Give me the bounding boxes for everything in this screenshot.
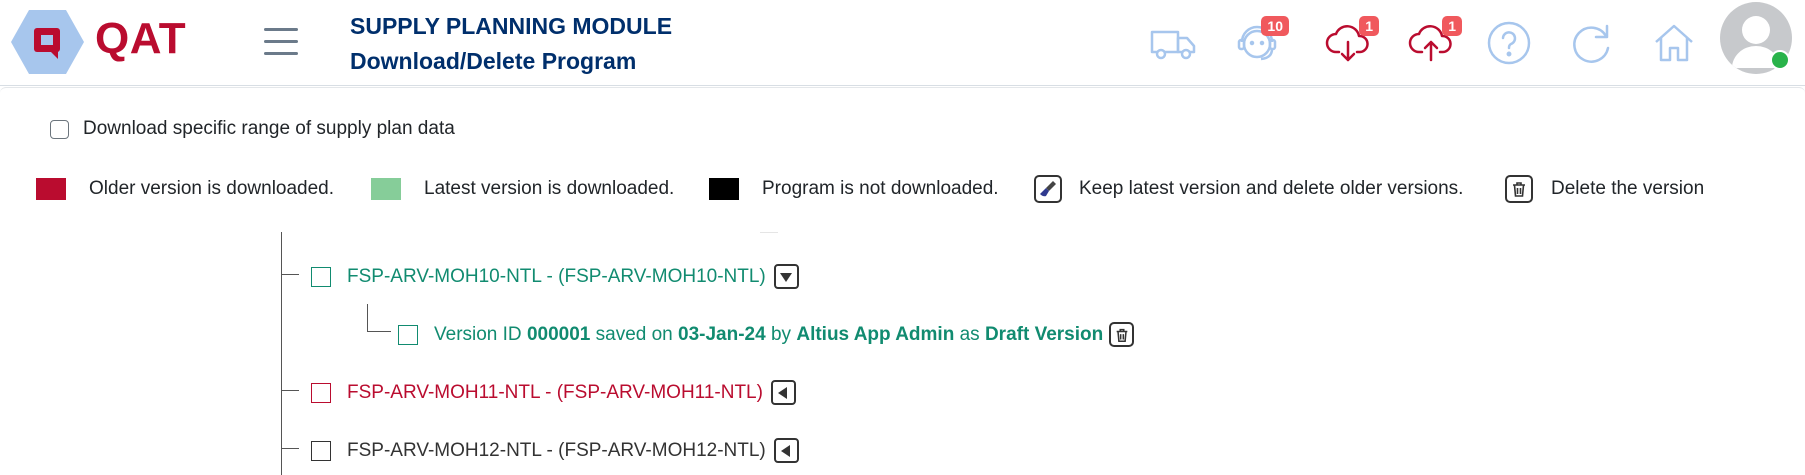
legend: Older version is downloaded. Latest vers… [36, 174, 1796, 204]
version-checkbox[interactable] [398, 324, 418, 345]
support-agent-icon[interactable]: 10 [1233, 16, 1289, 68]
version-row: Version ID 000001 saved on 03-Jan-24 by … [398, 322, 1135, 347]
not-downloaded-swatch [709, 178, 739, 200]
program-row-moh12: FSP-ARV-MOH12-NTL - (FSP-ARV-MOH12-NTL) [311, 438, 799, 463]
legend-delete-version-label: Delete the version [1551, 178, 1705, 199]
delete-version-button[interactable] [1109, 322, 1135, 347]
range-option[interactable]: Download specific range of supply plan d… [50, 118, 455, 140]
page-title: Download/Delete Program [350, 48, 637, 74]
refresh-icon[interactable] [1566, 18, 1616, 68]
program-label[interactable]: FSP-ARV-MOH10-NTL - (FSP-ARV-MOH10-NTL) [347, 266, 766, 288]
download-badge: 1 [1359, 16, 1379, 36]
program-label[interactable]: FSP-ARV-MOH12-NTL - (FSP-ARV-MOH12-NTL) [347, 440, 766, 462]
version-id: 000001 [526, 323, 591, 345]
program-label[interactable]: FSP-ARV-MOH11-NTL - (FSP-ARV-MOH11-NTL) [347, 382, 763, 404]
version-date: 03-Jan-24 [678, 323, 766, 345]
home-icon[interactable] [1649, 18, 1699, 68]
brand-name[interactable]: QAT [95, 14, 186, 64]
version-user: Altius App Admin [796, 323, 955, 345]
legend-keep-latest-label: Keep latest version and delete older ver… [1079, 178, 1464, 199]
program-checkbox[interactable] [311, 266, 331, 287]
legend-delete-version: Delete the version [1505, 174, 1704, 204]
program-checkbox[interactable] [311, 382, 331, 403]
help-icon[interactable] [1484, 18, 1534, 68]
program-checkbox[interactable] [311, 440, 331, 461]
truck-icon[interactable] [1148, 18, 1198, 68]
program-row-moh11: FSP-ARV-MOH11-NTL - (FSP-ARV-MOH11-NTL) [311, 380, 796, 405]
latest-swatch [371, 178, 401, 200]
tree-connector [281, 374, 299, 391]
legend-keep-latest: Keep latest version and delete older ver… [1034, 174, 1463, 204]
online-status-indicator [1770, 50, 1790, 70]
version-saved-on: saved on [595, 323, 673, 345]
legend-latest-label: Latest version is downloaded. [424, 178, 675, 199]
broom-icon [1034, 175, 1062, 203]
program-row-moh10: FSP-ARV-MOH10-NTL - (FSP-ARV-MOH10-NTL) [311, 264, 799, 289]
legend-not-downloaded: Program is not downloaded. [709, 174, 999, 204]
version-by: by [770, 323, 792, 345]
collapse-toggle-icon[interactable] [773, 264, 799, 289]
notification-badge: 10 [1261, 16, 1289, 36]
legend-older-label: Older version is downloaded. [89, 178, 335, 199]
cloud-download-icon[interactable]: 1 [1323, 16, 1379, 68]
top-header: QAT SUPPLY PLANNING MODULE Download/Dele… [0, 0, 1805, 86]
tree-connector [367, 304, 391, 332]
version-prefix: Version ID [434, 323, 522, 345]
cloud-upload-icon[interactable]: 1 [1406, 16, 1462, 68]
version-as: as [959, 323, 980, 345]
main-content [0, 87, 1805, 475]
version-label[interactable]: Version ID 000001 saved on 03-Jan-24 by … [434, 324, 1103, 346]
tree-top-divider [760, 232, 778, 233]
legend-not-downloaded-label: Program is not downloaded. [762, 178, 999, 199]
tree-connector [281, 258, 299, 275]
expand-toggle-icon[interactable] [773, 438, 799, 463]
version-type: Draft Version [984, 323, 1104, 345]
range-label: Download specific range of supply plan d… [83, 118, 455, 139]
older-swatch [36, 178, 66, 200]
tree-connector [281, 432, 299, 449]
expand-toggle-icon[interactable] [770, 380, 796, 405]
module-title: SUPPLY PLANNING MODULE [350, 13, 673, 39]
menu-toggle-icon[interactable] [264, 28, 298, 56]
legend-latest: Latest version is downloaded. [371, 174, 674, 204]
legend-older: Older version is downloaded. [36, 174, 334, 204]
upload-badge: 1 [1442, 16, 1462, 36]
trash-icon [1505, 175, 1533, 203]
range-checkbox[interactable] [50, 119, 69, 139]
qat-logo-icon[interactable] [10, 8, 85, 76]
